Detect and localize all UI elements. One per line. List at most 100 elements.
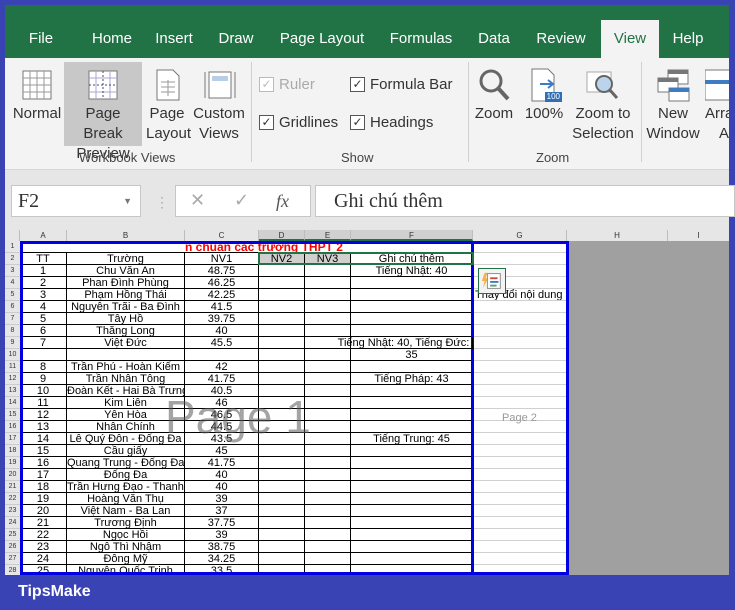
normal-view-button[interactable]: Normal <box>8 62 66 124</box>
cell[interactable] <box>473 241 567 253</box>
cell[interactable] <box>259 397 305 409</box>
ruler-checkbox[interactable]: ✓ Ruler <box>259 76 315 93</box>
cell[interactable]: 37.75 <box>185 517 259 529</box>
cell[interactable] <box>259 541 305 553</box>
cell[interactable]: 7 <box>20 337 67 349</box>
flash-fill-options-button[interactable] <box>478 268 506 294</box>
cell[interactable] <box>305 481 351 493</box>
row-header[interactable]: 26 <box>5 541 20 553</box>
cell[interactable] <box>259 373 305 385</box>
cell[interactable]: Lê Quý Đôn - Đống Đa <box>67 433 185 445</box>
page-break-preview-button[interactable]: Page Break Preview <box>64 62 142 162</box>
cell[interactable] <box>305 445 351 457</box>
cell[interactable]: 18 <box>20 481 67 493</box>
cell[interactable]: 41.75 <box>185 373 259 385</box>
cell[interactable] <box>473 493 567 505</box>
cell[interactable] <box>351 289 473 301</box>
tab-help[interactable]: Help <box>660 20 716 58</box>
cell[interactable] <box>351 541 473 553</box>
row-header[interactable]: 24 <box>5 517 20 529</box>
cell[interactable] <box>259 517 305 529</box>
cell[interactable]: 33.5 <box>185 565 259 575</box>
cell[interactable] <box>473 373 567 385</box>
cell[interactable] <box>351 385 473 397</box>
cell[interactable] <box>305 373 351 385</box>
cell[interactable] <box>259 289 305 301</box>
cell[interactable] <box>259 349 305 361</box>
cell[interactable]: 12 <box>20 409 67 421</box>
cell[interactable] <box>351 565 473 575</box>
cell[interactable]: Đống Đa <box>67 469 185 481</box>
row-header[interactable]: 28 <box>5 565 20 575</box>
cell[interactable]: 45 <box>185 445 259 457</box>
cell[interactable]: 40 <box>185 481 259 493</box>
row-header[interactable]: 6 <box>5 301 20 313</box>
cell[interactable] <box>351 481 473 493</box>
cell[interactable] <box>20 241 67 253</box>
column-header-A[interactable]: A <box>20 230 67 241</box>
cell[interactable]: 19 <box>20 493 67 505</box>
row-header[interactable]: 20 <box>5 469 20 481</box>
row-header[interactable]: 2 <box>5 253 20 265</box>
cell[interactable] <box>351 277 473 289</box>
zoom-to-selection-button[interactable]: Zoom to Selection <box>571 62 635 144</box>
row-header[interactable]: 4 <box>5 277 20 289</box>
cell[interactable] <box>305 493 351 505</box>
cell[interactable] <box>305 289 351 301</box>
cell[interactable] <box>259 409 305 421</box>
cell[interactable]: Nhân Chính <box>67 421 185 433</box>
cell[interactable] <box>473 385 567 397</box>
column-title[interactable]: NV1 <box>185 253 259 265</box>
cell[interactable] <box>473 253 567 265</box>
cell[interactable]: 9 <box>20 373 67 385</box>
cell[interactable] <box>351 505 473 517</box>
cell[interactable] <box>473 313 567 325</box>
cell[interactable] <box>259 385 305 397</box>
cell[interactable] <box>473 349 567 361</box>
cell[interactable]: Trần Nhân Tông <box>67 373 185 385</box>
cell[interactable]: Tiếng Trung: 45 <box>351 433 473 445</box>
cell[interactable]: Tiếng Pháp: 43 <box>351 373 473 385</box>
cell[interactable]: 39.75 <box>185 313 259 325</box>
cell[interactable] <box>259 313 305 325</box>
row-header[interactable]: 12 <box>5 373 20 385</box>
row-header[interactable]: 3 <box>5 265 20 277</box>
cell[interactable]: 5 <box>20 313 67 325</box>
row-header[interactable]: 27 <box>5 553 20 565</box>
cell[interactable] <box>473 505 567 517</box>
cell[interactable] <box>351 553 473 565</box>
cell[interactable]: Tiếng Nhật: 40, Tiếng Đức: <box>338 337 473 349</box>
cell[interactable]: 2 <box>20 277 67 289</box>
tab-review[interactable]: Review <box>526 20 596 58</box>
cell[interactable] <box>259 325 305 337</box>
cell[interactable] <box>305 553 351 565</box>
cell[interactable]: Trần Phú - Hoàn Kiếm <box>67 361 185 373</box>
cell[interactable] <box>473 361 567 373</box>
cell[interactable]: Nguyễn Trãi - Ba Đình <box>67 301 185 313</box>
cell[interactable] <box>305 313 351 325</box>
zoom-button[interactable]: Zoom <box>471 62 517 124</box>
cell[interactable] <box>473 481 567 493</box>
cell[interactable]: 8 <box>20 361 67 373</box>
gridlines-checkbox[interactable]: ✓ Gridlines <box>259 114 338 131</box>
cell[interactable] <box>305 541 351 553</box>
cell[interactable]: 17 <box>20 469 67 481</box>
cell[interactable]: 34.25 <box>185 553 259 565</box>
cell[interactable]: 22 <box>20 529 67 541</box>
row-header[interactable]: 7 <box>5 313 20 325</box>
row-header[interactable]: 17 <box>5 433 20 445</box>
tab-home[interactable]: Home <box>81 20 143 58</box>
cell[interactable] <box>259 481 305 493</box>
cell[interactable] <box>305 409 351 421</box>
select-all-corner[interactable] <box>5 230 20 241</box>
cell[interactable] <box>305 529 351 541</box>
cell[interactable] <box>259 277 305 289</box>
cell[interactable]: 40 <box>185 469 259 481</box>
cell[interactable] <box>259 337 305 349</box>
cell[interactable] <box>351 517 473 529</box>
cell[interactable] <box>259 421 305 433</box>
cell[interactable]: 43.5 <box>185 433 259 445</box>
arrange-all-button[interactable]: ArraA <box>705 62 729 144</box>
column-header-G[interactable]: G <box>473 230 567 241</box>
cell[interactable]: 3 <box>20 289 67 301</box>
